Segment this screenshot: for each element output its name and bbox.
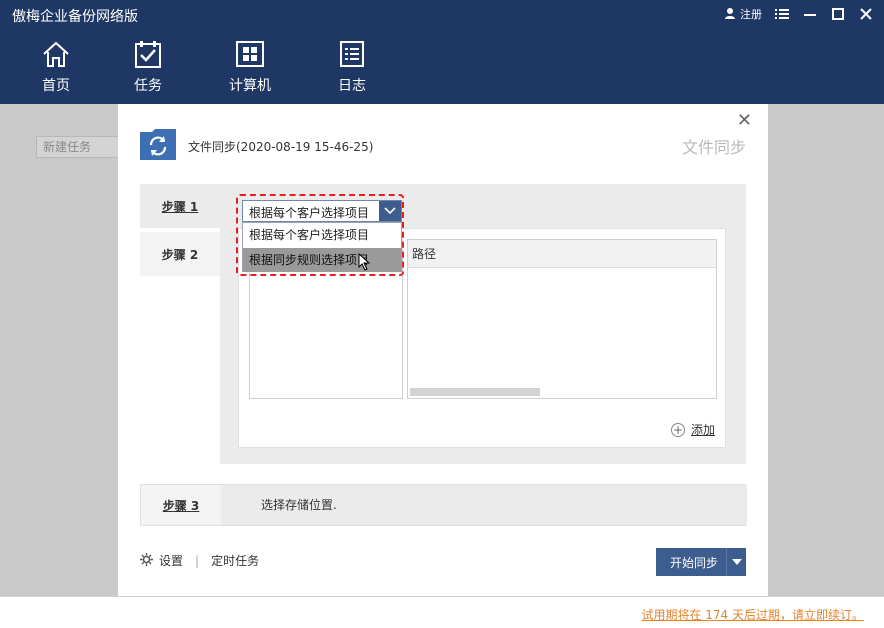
schedule-link[interactable]: 定时任务 — [211, 552, 259, 569]
plus-icon: + — [670, 422, 685, 437]
option-sync-rule[interactable]: 根据同步规则选择项目 — [243, 248, 401, 272]
dialog-close-icon[interactable]: ✕ — [737, 110, 752, 131]
file-sync-dialog: ✕ 文件同步(2020-08-19 15-46-25) 文件同步 步骤 1 步骤… — [118, 104, 768, 596]
add-label: 添加 — [690, 423, 715, 437]
trial-expiry-link[interactable]: 试用期将在 174 天后过期，请立即续订。 — [641, 606, 864, 623]
selection-mode-value: 根据每个客户选择项目 — [249, 206, 370, 220]
user-icon — [724, 7, 736, 22]
folder-sync-icon — [140, 128, 176, 160]
task-check-icon — [133, 40, 163, 71]
nav-item-tasks[interactable]: 任务 — [118, 40, 178, 100]
dialog-footer-links: 设置 | 定时任务 — [140, 552, 259, 569]
start-sync-label: 开始同步 — [670, 555, 719, 570]
log-list-icon — [337, 40, 367, 71]
nav-label-logs: 日志 — [338, 78, 366, 94]
step-1-label: 步骤 1 — [161, 199, 199, 214]
path-column-header: 路径 — [408, 240, 716, 268]
selection-mode-select[interactable]: 根据每个客户选择项目 — [242, 200, 402, 222]
nav-item-logs[interactable]: 日志 — [322, 40, 382, 100]
step-2-tab[interactable]: 步骤 2 — [140, 232, 220, 276]
nav-label-home: 首页 — [42, 78, 70, 94]
destination-description[interactable]: 选择存储位置. — [241, 485, 747, 525]
footer-separator: | — [195, 553, 200, 568]
mouse-cursor-icon — [358, 252, 372, 271]
status-bar: 试用期将在 174 天后过期，请立即续订。 — [0, 596, 884, 628]
home-icon — [41, 40, 71, 71]
start-options-dropdown-icon[interactable] — [726, 548, 746, 576]
selection-mode-options: 根据每个客户选择项目 根据同步规则选择项目 — [242, 222, 402, 272]
dialog-title: 文件同步 — [681, 138, 746, 157]
minimize-icon[interactable] — [802, 6, 818, 22]
step-1-tab[interactable]: 步骤 1 — [140, 184, 220, 228]
dialog-subtitle: 文件同步(2020-08-19 15-46-25) — [188, 140, 374, 154]
title-bar: 傲梅企业备份网络版 注册 首页 任务 计算机 日志 — [0, 0, 884, 104]
nav-item-home[interactable]: 首页 — [26, 40, 86, 100]
horizontal-scrollbar[interactable] — [410, 388, 540, 396]
selection-mode-dropdown-highlight: 根据每个客户选择项目 根据每个客户选择项目 根据同步规则选择项目 — [236, 194, 404, 276]
close-icon[interactable] — [858, 6, 874, 22]
add-button[interactable]: + 添加 — [670, 421, 715, 438]
option-per-client[interactable]: 根据每个客户选择项目 — [243, 223, 401, 247]
step-3-row: 步骤 3 选择存储位置. — [140, 484, 747, 526]
register-label: 注册 — [740, 8, 762, 21]
step-2-label: 步骤 2 — [161, 247, 199, 262]
start-sync-button[interactable]: 开始同步 — [656, 548, 746, 576]
path-list[interactable]: 路径 — [407, 239, 717, 399]
app-title: 傲梅企业备份网络版 — [12, 9, 138, 25]
gear-icon[interactable] — [140, 552, 153, 569]
step-3-tab[interactable]: 步骤 3 — [141, 485, 221, 525]
register-button[interactable]: 注册 — [724, 6, 762, 22]
step-3-label: 步骤 3 — [162, 498, 200, 513]
window-controls: 注册 — [724, 6, 874, 22]
menu-icon[interactable] — [774, 6, 790, 22]
windows-computer-icon — [235, 40, 265, 71]
maximize-icon[interactable] — [830, 6, 846, 22]
nav-item-computers[interactable]: 计算机 — [220, 40, 280, 100]
nav-label-tasks: 任务 — [134, 78, 162, 94]
new-task-button[interactable]: 新建任务 — [36, 136, 120, 158]
chevron-down-icon[interactable] — [379, 201, 401, 221]
settings-link[interactable]: 设置 — [159, 552, 183, 569]
nav-label-computers: 计算机 — [229, 78, 271, 94]
